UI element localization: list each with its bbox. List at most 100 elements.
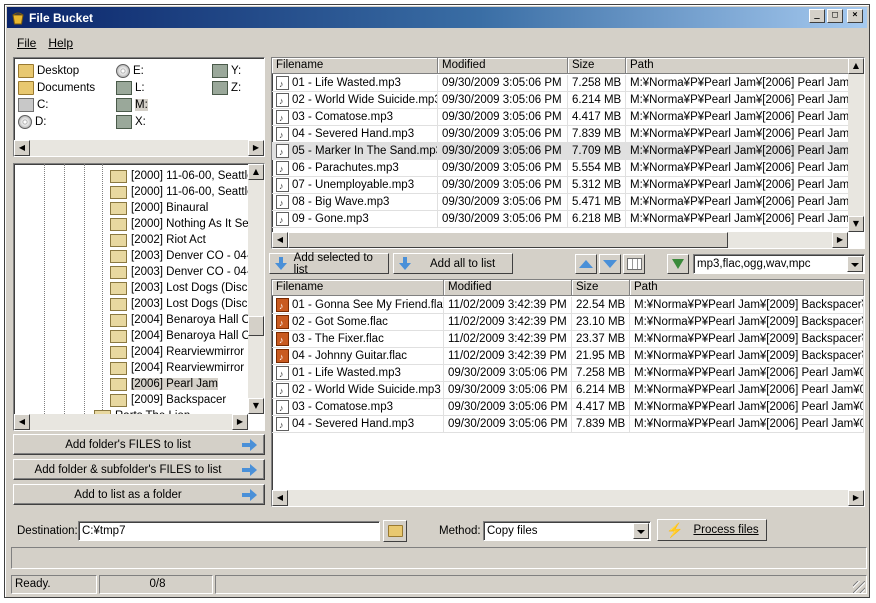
drive-y[interactable]: Y: xyxy=(212,64,241,78)
output-file-list[interactable]: FilenameModifiedSizePath 01 - Gonna See … xyxy=(271,279,865,507)
table-row[interactable]: 02 - World Wide Suicide.mp309/30/2009 3:… xyxy=(272,92,854,109)
process-files-button[interactable]: ⚡ Process files xyxy=(657,519,767,541)
scroll-left-icon[interactable]: ◀ xyxy=(272,232,288,248)
scroll-up-icon[interactable]: ▲ xyxy=(848,58,864,74)
folder-icon xyxy=(110,281,127,295)
close-button[interactable]: × xyxy=(847,9,863,23)
drive-l[interactable]: L: xyxy=(116,81,145,95)
scroll-thumb[interactable] xyxy=(288,232,728,248)
tree-folder-item[interactable]: [2003] Lost Dogs (Disc xyxy=(110,280,247,296)
drive-d[interactable]: D: xyxy=(18,115,47,129)
output-list-hscroll[interactable]: ◀ ▶ xyxy=(272,490,864,506)
column-header-filename[interactable]: Filename xyxy=(272,280,444,296)
table-row[interactable]: 01 - Life Wasted.mp309/30/2009 3:05:06 P… xyxy=(272,75,854,92)
scroll-left-icon[interactable]: ◀ xyxy=(14,140,30,156)
audio-file-icon xyxy=(276,93,289,108)
table-row[interactable]: 09 - Gone.mp309/30/2009 3:05:06 PM6.218 … xyxy=(272,211,854,228)
tree-folder-item[interactable]: [2003] Denver CO - 04- xyxy=(110,248,251,264)
drive-list[interactable]: Desktop Documents C: D: E: L: M: X: Y: Z… xyxy=(13,57,265,157)
folder-tree[interactable]: [2000] 11-06-00, Seattle [2000] 11-06-00,… xyxy=(13,163,265,431)
source-list-hscroll[interactable]: ◀ ▶ xyxy=(272,232,848,248)
table-row[interactable]: 02 - Got Some.flac11/02/2009 3:42:39 PM2… xyxy=(272,314,864,331)
tree-folder-item[interactable]: [2000] Binaural xyxy=(110,200,208,216)
add-as-folder-button[interactable]: Add to list as a folder xyxy=(13,484,265,505)
drive-c[interactable]: C: xyxy=(18,98,49,112)
tree-folder-item[interactable]: [2004] Rearviewmirror ( xyxy=(110,360,251,376)
minimize-button[interactable]: _ xyxy=(809,9,825,23)
drive-e[interactable]: E: xyxy=(116,64,144,78)
browse-destination-button[interactable] xyxy=(383,520,407,542)
tree-folder-item[interactable]: [2000] 11-06-00, Seattle xyxy=(110,184,254,200)
method-select[interactable]: Copy files xyxy=(483,521,651,541)
tree-folder-item[interactable]: [2004] Benaroya Hall O xyxy=(110,328,251,344)
columns-button[interactable] xyxy=(623,254,645,274)
table-row[interactable]: 03 - The Fixer.flac11/02/2009 3:42:39 PM… xyxy=(272,331,864,348)
add-folder-files-button[interactable]: Add folder's FILES to list xyxy=(13,434,265,455)
table-row[interactable]: 01 - Gonna See My Friend.flac11/02/2009 … xyxy=(272,297,864,314)
add-all-button[interactable]: Add all to list xyxy=(393,253,513,274)
scroll-right-icon[interactable]: ▶ xyxy=(248,140,264,156)
source-list-vscroll[interactable]: ▲ ▼ xyxy=(848,58,864,232)
destination-field[interactable]: C:¥tmp7 xyxy=(78,521,380,541)
tree-folder-item[interactable]: [2009] Backspacer xyxy=(110,392,226,408)
resize-grip-icon[interactable] xyxy=(853,581,865,593)
tree-folder-item[interactable]: [2006] Pearl Jam xyxy=(110,376,218,392)
menu-help[interactable]: Help xyxy=(48,36,73,50)
table-row[interactable]: 06 - Parachutes.mp309/30/2009 3:05:06 PM… xyxy=(272,160,854,177)
tree-folder-item[interactable]: [2004] Rearviewmirror ( xyxy=(110,344,251,360)
drive-desktop[interactable]: Desktop xyxy=(18,64,79,78)
chevron-down-icon[interactable] xyxy=(847,256,863,272)
scroll-right-icon[interactable]: ▶ xyxy=(232,414,248,430)
tree-folder-item[interactable]: [2000] 11-06-00, Seattle xyxy=(110,168,254,184)
folder-tree-vscroll[interactable]: ▲ ▼ xyxy=(248,164,264,414)
tree-folder-item[interactable]: [2003] Denver CO - 04- xyxy=(110,264,251,280)
move-down-button[interactable] xyxy=(599,254,621,274)
drive-list-hscroll[interactable]: ◀ ▶ xyxy=(14,140,264,156)
folder-tree-hscroll[interactable]: ◀ ▶ xyxy=(14,414,248,430)
table-row[interactable]: 07 - Unemployable.mp309/30/2009 3:05:06 … xyxy=(272,177,854,194)
scroll-down-icon[interactable]: ▼ xyxy=(248,398,264,414)
table-row[interactable]: 02 - World Wide Suicide.mp309/30/2009 3:… xyxy=(272,382,864,399)
scroll-right-icon[interactable]: ▶ xyxy=(848,490,864,506)
table-row[interactable]: 03 - Comatose.mp309/30/2009 3:05:06 PM4.… xyxy=(272,399,864,416)
column-header-modified[interactable]: Modified xyxy=(438,58,568,74)
extension-filter-combo[interactable]: mp3,flac,ogg,wav,mpc xyxy=(693,254,865,274)
scroll-left-icon[interactable]: ◀ xyxy=(272,490,288,506)
tree-folder-item[interactable]: [2004] Benaroya Hall O xyxy=(110,312,251,328)
add-folder-subfolder-files-button[interactable]: Add folder & subfolder's FILES to list xyxy=(13,459,265,480)
scroll-left-icon[interactable]: ◀ xyxy=(14,414,30,430)
column-header-filename[interactable]: Filename xyxy=(272,58,438,74)
table-row[interactable]: 03 - Comatose.mp309/30/2009 3:05:06 PM4.… xyxy=(272,109,854,126)
table-row[interactable]: 01 - Life Wasted.mp309/30/2009 3:05:06 P… xyxy=(272,365,864,382)
scroll-thumb[interactable] xyxy=(248,316,264,336)
drive-m[interactable]: M: xyxy=(116,98,148,112)
column-header-size[interactable]: Size xyxy=(568,58,626,74)
filter-button[interactable] xyxy=(667,254,689,274)
table-row[interactable]: 04 - Severed Hand.mp309/30/2009 3:05:06 … xyxy=(272,126,854,143)
move-up-button[interactable] xyxy=(575,254,597,274)
table-row[interactable]: 05 - Marker In The Sand.mp309/30/2009 3:… xyxy=(272,143,854,160)
cell-filename: 02 - World Wide Suicide.mp3 xyxy=(272,382,444,398)
menu-file[interactable]: File xyxy=(17,36,36,50)
drive-documents[interactable]: Documents xyxy=(18,81,95,95)
drive-x[interactable]: X: xyxy=(116,115,146,129)
scroll-right-icon[interactable]: ▶ xyxy=(832,232,848,248)
column-header-size[interactable]: Size xyxy=(572,280,630,296)
scroll-down-icon[interactable]: ▼ xyxy=(848,216,864,232)
column-header-modified[interactable]: Modified xyxy=(444,280,572,296)
column-header-path[interactable]: Path xyxy=(626,58,854,74)
tree-folder-item[interactable]: [2000] Nothing As It Se xyxy=(110,216,249,232)
tree-folder-item[interactable]: [2003] Lost Dogs (Disc xyxy=(110,296,247,312)
cell-modified: 09/30/2009 3:05:06 PM xyxy=(438,211,568,227)
column-header-path[interactable]: Path xyxy=(630,280,864,296)
add-selected-button[interactable]: Add selected to list xyxy=(269,252,389,276)
drive-z[interactable]: Z: xyxy=(212,81,241,95)
scroll-up-icon[interactable]: ▲ xyxy=(248,164,264,180)
table-row[interactable]: 04 - Severed Hand.mp309/30/2009 3:05:06 … xyxy=(272,416,864,433)
source-file-list[interactable]: FilenameModifiedSizePath 01 - Life Waste… xyxy=(271,57,865,249)
tree-folder-item[interactable]: [2002] Riot Act xyxy=(110,232,206,248)
chevron-down-icon[interactable] xyxy=(633,523,649,539)
table-row[interactable]: 04 - Johnny Guitar.flac11/02/2009 3:42:3… xyxy=(272,348,864,365)
table-row[interactable]: 08 - Big Wave.mp309/30/2009 3:05:06 PM5.… xyxy=(272,194,854,211)
maximize-button[interactable]: □ xyxy=(827,9,843,23)
